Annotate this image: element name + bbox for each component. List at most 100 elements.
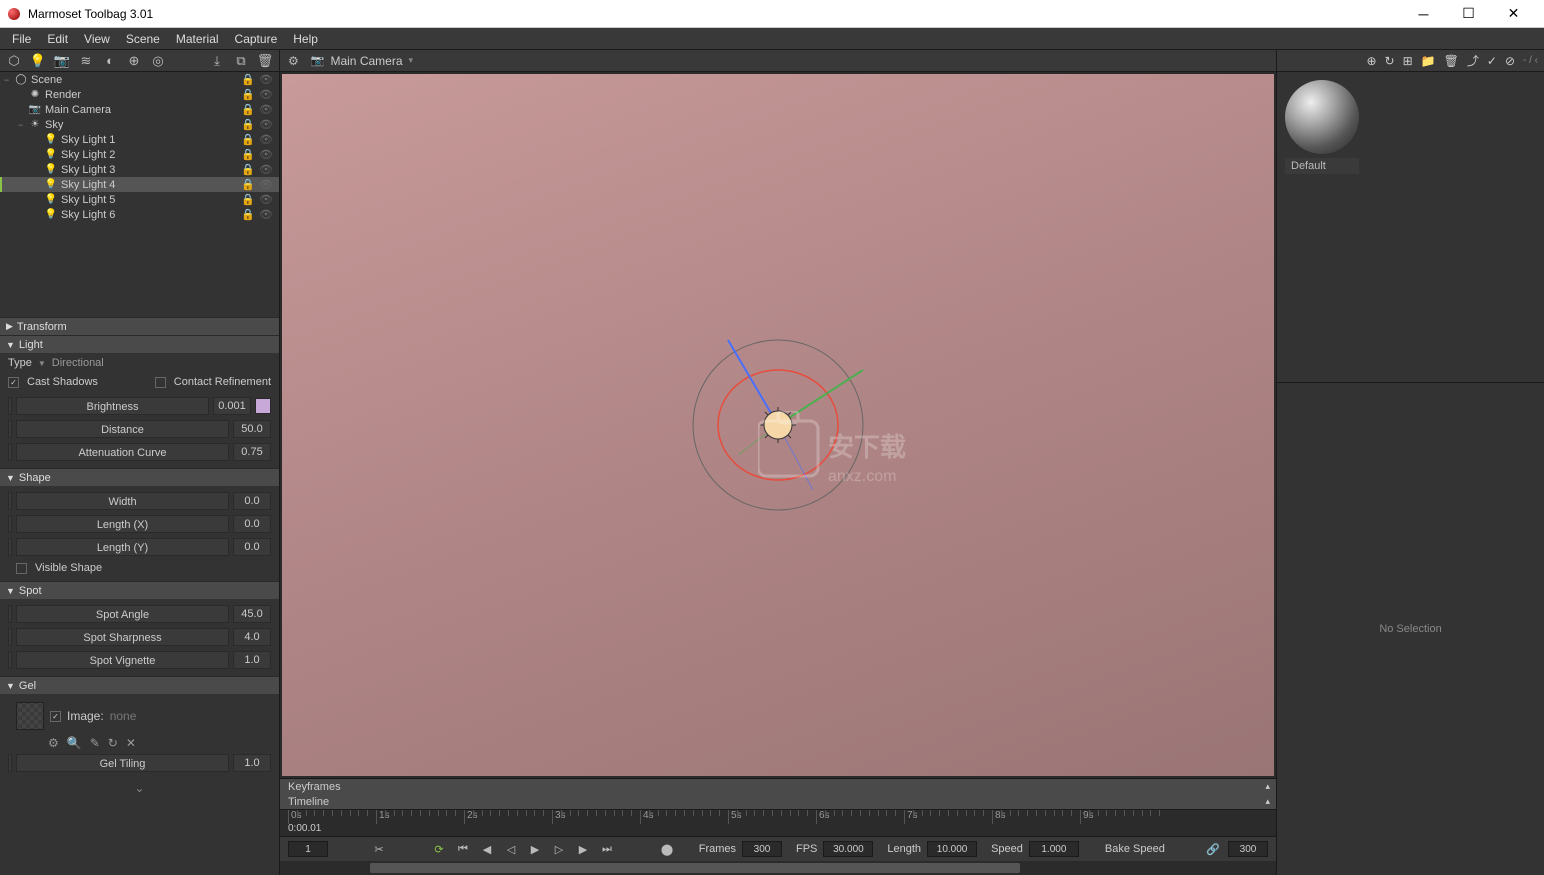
scene-tree[interactable]: −◯Scene🔒👁✺Render🔒👁📷Main Camera🔒👁−☀Sky🔒👁💡…	[0, 72, 279, 317]
bake-speed-label[interactable]: Bake Speed	[1105, 843, 1165, 855]
menu-help[interactable]: Help	[285, 30, 326, 48]
distance-value[interactable]: 50.0	[233, 420, 271, 438]
tree-item-sky-light-5[interactable]: 💡Sky Light 5🔒👁	[0, 192, 279, 207]
viewport-dropdown-icon[interactable]: ▾	[409, 55, 414, 66]
folder-icon[interactable]: 📁	[1421, 54, 1436, 68]
gel-clear-icon[interactable]: ✕	[126, 736, 136, 750]
timeline-scrollbar[interactable]	[280, 861, 1276, 875]
step-forward-icon[interactable]: ▷	[550, 840, 568, 858]
toolbar-suffix[interactable]: - / ‹	[1523, 55, 1538, 66]
close-button[interactable]: ✕	[1491, 0, 1536, 28]
gel-header[interactable]: ▼ Gel	[0, 676, 279, 694]
lock-icon[interactable]: 🔒	[241, 148, 255, 161]
bake-value-input[interactable]	[1228, 841, 1268, 857]
add-light-icon[interactable]: 💡	[30, 53, 46, 69]
tree-item-scene[interactable]: −◯Scene🔒👁	[0, 72, 279, 87]
gel-tiling-value[interactable]: 1.0	[233, 754, 271, 772]
lock-icon[interactable]: 🔒	[241, 88, 255, 101]
length-x-slider[interactable]	[8, 515, 12, 533]
material-preview[interactable]: Default	[1277, 72, 1544, 182]
cancel-icon[interactable]: ⊘	[1505, 54, 1515, 68]
material-name[interactable]: Default	[1285, 158, 1359, 174]
lock-icon[interactable]: 🔒	[241, 208, 255, 221]
lock-icon[interactable]: 🔒	[241, 193, 255, 206]
visibility-icon[interactable]: 👁	[259, 118, 273, 131]
type-dropdown-arrow-icon[interactable]: ▼	[38, 359, 46, 368]
visibility-icon[interactable]: 👁	[259, 133, 273, 146]
viewport-camera-label[interactable]: Main Camera	[330, 54, 402, 68]
contact-refinement-checkbox[interactable]	[155, 377, 166, 388]
lock-icon[interactable]: 🔒	[241, 103, 255, 116]
tree-toggle-icon[interactable]: −	[4, 75, 14, 85]
brightness-slider[interactable]	[8, 397, 12, 415]
import-material-icon[interactable]: ⤴	[1467, 52, 1479, 69]
brightness-value[interactable]: 0.001	[213, 397, 251, 415]
visible-shape-checkbox[interactable]	[16, 563, 27, 574]
tree-item-sky-light-3[interactable]: 💡Sky Light 3🔒👁	[0, 162, 279, 177]
distance-slider[interactable]	[8, 420, 12, 438]
gel-tiling-slider[interactable]	[8, 754, 12, 772]
spot-vignette-slider[interactable]	[8, 651, 12, 669]
apply-icon[interactable]: ✓	[1487, 54, 1497, 68]
gel-refresh-icon[interactable]: ↻	[108, 736, 118, 750]
spot-angle-slider[interactable]	[8, 605, 12, 623]
menu-file[interactable]: File	[4, 30, 39, 48]
add-shadow-icon[interactable]: ◐	[102, 53, 118, 69]
tree-item-sky-light-2[interactable]: 💡Sky Light 2🔒👁	[0, 147, 279, 162]
visibility-icon[interactable]: 👁	[259, 178, 273, 191]
distance-label[interactable]: Distance	[16, 420, 229, 438]
link-icon[interactable]: 🔗	[1204, 840, 1222, 858]
tree-item-main-camera[interactable]: 📷Main Camera🔒👁	[0, 102, 279, 117]
viewport-3d[interactable]: 安下载 anxz.com	[282, 74, 1274, 776]
speed-input[interactable]	[1029, 841, 1079, 857]
record-icon[interactable]: ⬤	[658, 840, 676, 858]
width-label[interactable]: Width	[16, 492, 229, 510]
add-object-icon[interactable]: ⬡	[6, 53, 22, 69]
gel-search-icon[interactable]: 🔍	[67, 736, 82, 750]
tree-item-sky[interactable]: −☀Sky🔒👁	[0, 117, 279, 132]
timeline-header[interactable]: Timeline ▴	[280, 794, 1276, 809]
menu-material[interactable]: Material	[168, 30, 227, 48]
gel-collapse-icon[interactable]: ⌄	[8, 775, 271, 801]
tree-item-sky-light-6[interactable]: 💡Sky Light 6🔒👁	[0, 207, 279, 222]
lock-icon[interactable]: 🔒	[241, 133, 255, 146]
lock-icon[interactable]: 🔒	[241, 178, 255, 191]
length-x-label[interactable]: Length (X)	[16, 515, 229, 533]
menu-scene[interactable]: Scene	[118, 30, 168, 48]
prev-frame-icon[interactable]: ◀	[478, 840, 496, 858]
skip-end-icon[interactable]: ⏭	[598, 840, 616, 858]
lock-icon[interactable]: 🔒	[241, 73, 255, 86]
tree-item-render[interactable]: ✺Render🔒👁	[0, 87, 279, 102]
cut-icon[interactable]: ✂	[370, 840, 388, 858]
light-header[interactable]: ▼ Light	[0, 335, 279, 353]
menu-edit[interactable]: Edit	[39, 30, 76, 48]
spot-sharpness-value[interactable]: 4.0	[233, 628, 271, 646]
menu-view[interactable]: View	[76, 30, 118, 48]
visibility-icon[interactable]: 👁	[259, 148, 273, 161]
step-back-icon[interactable]: ◁	[502, 840, 520, 858]
add-camera-icon[interactable]: 📷	[54, 53, 70, 69]
grid-icon[interactable]: ⊞	[1403, 54, 1413, 68]
type-value[interactable]: Directional	[52, 357, 104, 369]
add-group-icon[interactable]: ◎	[150, 53, 166, 69]
duplicate-icon[interactable]: ⧉	[233, 53, 249, 69]
gel-image-checkbox[interactable]	[50, 711, 61, 722]
width-value[interactable]: 0.0	[233, 492, 271, 510]
spot-angle-value[interactable]: 45.0	[233, 605, 271, 623]
add-material-icon[interactable]: ⊕	[1366, 54, 1376, 68]
visibility-icon[interactable]: 👁	[259, 88, 273, 101]
length-y-value[interactable]: 0.0	[233, 538, 271, 556]
attenuation-value[interactable]: 0.75	[233, 443, 271, 461]
next-frame-icon[interactable]: ▶	[574, 840, 592, 858]
transform-header[interactable]: ▶ Transform	[0, 317, 279, 335]
maximize-button[interactable]: ☐	[1446, 0, 1491, 28]
viewport-settings-icon[interactable]: ⚙	[288, 54, 299, 68]
tree-toggle-icon[interactable]: −	[18, 120, 28, 130]
tree-item-sky-light-1[interactable]: 💡Sky Light 1🔒👁	[0, 132, 279, 147]
material-sphere[interactable]	[1285, 80, 1359, 154]
attenuation-label[interactable]: Attenuation Curve	[16, 443, 229, 461]
spot-sharpness-slider[interactable]	[8, 628, 12, 646]
add-turntable-icon[interactable]: ⊕	[126, 53, 142, 69]
visibility-icon[interactable]: 👁	[259, 103, 273, 116]
menu-capture[interactable]: Capture	[227, 30, 286, 48]
